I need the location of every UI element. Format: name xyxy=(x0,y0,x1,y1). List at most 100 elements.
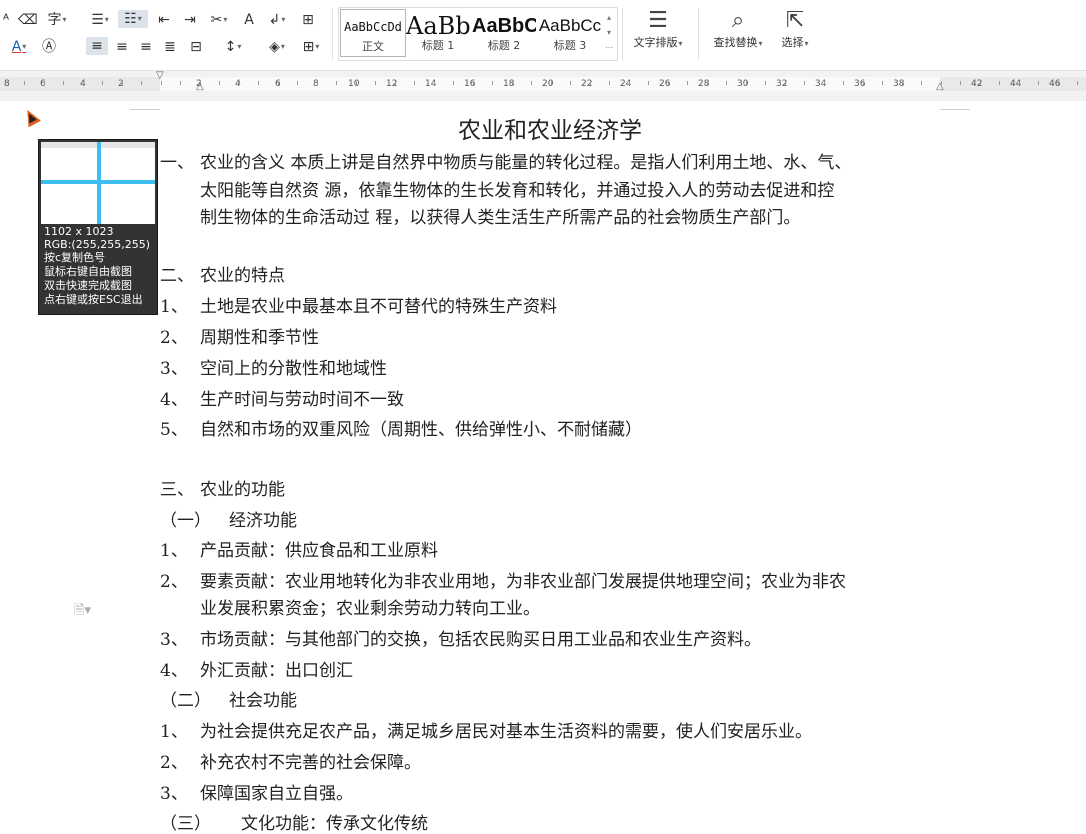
list-marker: 1、 xyxy=(160,722,188,742)
ruler-tick xyxy=(122,81,123,85)
right-indent-marker[interactable]: △ xyxy=(936,82,944,92)
document-title: 农业和农业经济学 xyxy=(458,118,642,144)
list-marker: （三） xyxy=(160,814,211,834)
bullet-list-icon[interactable]: ☰ xyxy=(86,11,114,29)
list-marker: 2、 xyxy=(160,328,188,348)
line-break-icon[interactable]: ↲ xyxy=(262,11,292,29)
text-layout-label: 文字排版 xyxy=(628,36,688,51)
character-spacing-icon[interactable]: ⊞ xyxy=(298,11,318,29)
justify-icon[interactable]: ≣ xyxy=(160,38,180,56)
hanging-indent-marker[interactable]: △ xyxy=(196,82,204,92)
ruler-tick xyxy=(317,81,318,85)
ruler-tick xyxy=(141,81,142,85)
magnifier-hint: 按c复制色号 xyxy=(44,251,106,264)
style-heading-2[interactable]: AaBbC 标题 2 xyxy=(472,9,536,57)
ruler-tick xyxy=(629,81,630,85)
character-border-icon[interactable]: Ⓐ xyxy=(40,38,58,56)
paragraph-text: 土地是农业中最基本且不可替代的特殊生产资料 xyxy=(200,297,557,317)
style-label: 正文 xyxy=(362,40,384,53)
text-direction-icon[interactable]: A xyxy=(240,11,258,29)
ruler-tick xyxy=(804,81,805,85)
list-marker: 3、 xyxy=(160,630,188,650)
style-label: 标题 2 xyxy=(487,39,521,52)
align-left-icon[interactable]: ≡ xyxy=(86,37,108,55)
list-marker: （一） xyxy=(160,511,211,531)
ruler-tick xyxy=(258,81,259,85)
paragraph-text: 农业的含义 本质上讲是自然界中物质与能量的转化过程。是指人们利用土地、水、气、 xyxy=(200,153,852,173)
ruler-tick xyxy=(297,81,298,85)
ruler-tick xyxy=(512,81,513,85)
ruler-tick xyxy=(492,81,493,85)
list-marker: 4、 xyxy=(160,661,188,681)
style-preview: AaBbCc xyxy=(538,16,602,35)
ruler-tick xyxy=(863,81,864,85)
ruler-tick xyxy=(746,81,747,85)
style-preview: AaBbCcDd xyxy=(344,20,402,34)
ruler-tick xyxy=(219,81,220,85)
ruler-tick xyxy=(843,81,844,85)
ruler-tick xyxy=(687,81,688,85)
document-page[interactable]: 农业和农业经济学 一、 农业的含义 本质上讲是自然界中物质与能量的转化过程。是指人… xyxy=(0,101,1086,834)
borders-icon[interactable]: ⊞ xyxy=(296,38,326,56)
first-line-indent-marker[interactable]: ▽ xyxy=(156,71,164,81)
list-marker: 3、 xyxy=(160,784,188,804)
ruler-tick xyxy=(336,81,337,85)
paragraph-text-continued: 太阳能等自然资 源，依靠生物体的生长发育和转化，并通过投入人的劳动去促进和控 xyxy=(200,181,835,201)
crosshair-horizontal xyxy=(41,180,155,184)
ruler-tick xyxy=(570,81,571,85)
align-center-icon[interactable]: ≡ xyxy=(112,38,132,56)
ruler-tick xyxy=(453,81,454,85)
chinese-layout-icon[interactable]: ✂ xyxy=(204,11,234,29)
align-right-icon[interactable]: ≡ xyxy=(136,38,156,56)
line-spacing-icon[interactable]: ↕ xyxy=(218,38,248,56)
style-normal[interactable]: AaBbCcDd 正文 xyxy=(340,9,406,57)
phonetic-guide-icon[interactable]: 字 xyxy=(42,11,72,29)
paragraph-text: 市场贡献：与其他部门的交换，包括农民购买日用工业品和农业生产资料。 xyxy=(200,630,761,650)
ruler-tick xyxy=(1038,81,1039,85)
paragraph-text: 空间上的分散性和地域性 xyxy=(200,359,387,379)
ruler-tick xyxy=(980,81,981,85)
font-color-icon[interactable]: A xyxy=(4,38,34,56)
paragraph-text: 要素贡献：农业用地转化为非农业用地，为非农业部门发展提供地理空间；农业为非农 xyxy=(200,572,846,592)
clear-format-icon[interactable]: ⌫ xyxy=(18,11,38,29)
style-heading-3[interactable]: AaBbCc 标题 3 xyxy=(538,9,602,57)
paragraph-text: 文化功能：传承文化传统 xyxy=(241,814,428,834)
find-replace-button[interactable]: ⌕ 查找替换 xyxy=(706,6,770,51)
increase-indent-icon[interactable]: ⇥ xyxy=(180,11,200,29)
style-preview: AaBbC xyxy=(472,15,536,37)
select-button[interactable]: ⇱ 选择 xyxy=(774,6,816,51)
gallery-scroll-arrows[interactable]: ▴ ▾ ⋯ xyxy=(603,10,615,55)
list-marker: 5、 xyxy=(160,420,188,440)
ruler-tick xyxy=(356,81,357,85)
ruler-tick xyxy=(824,81,825,85)
ruler-tick xyxy=(375,81,376,85)
ruler-tick xyxy=(960,81,961,85)
list-marker: 2、 xyxy=(160,572,188,592)
decrease-indent-icon[interactable]: ⇤ xyxy=(154,11,174,29)
magnifier-hint: 双击快速完成截图 xyxy=(44,279,132,292)
paragraph-text: 保障国家自立自强。 xyxy=(200,784,353,804)
list-marker: 一、 xyxy=(160,153,194,173)
distributed-align-icon[interactable]: ⊟ xyxy=(186,38,206,56)
paragraph-text: 为社会提供充足农产品，满足城乡居民对基本生活资料的需要，使人们安居乐业。 xyxy=(200,722,812,742)
shading-icon[interactable]: ◈ xyxy=(262,38,292,56)
magnifier-view xyxy=(41,142,155,224)
numbered-list-icon[interactable]: ☷ xyxy=(118,10,148,28)
style-heading-1[interactable]: AaBb 标题 1 xyxy=(406,9,470,57)
ruler-tick xyxy=(83,81,84,85)
paragraph-options-icon[interactable]: 🗎▾ xyxy=(74,601,91,623)
ruler-tick xyxy=(999,81,1000,85)
font-size-decrease-icon[interactable]: ᴬ xyxy=(0,11,12,29)
screenshot-magnifier: 1102 x 1023 RGB:(255,255,255) 按c复制色号 鼠标右… xyxy=(38,139,158,315)
style-gallery: AaBbCcDd 正文 AaBb 标题 1 AaBbC 标题 2 AaBbCc … xyxy=(338,7,618,61)
paragraph-text-continued: 业发展积累资金；农业剩余劳动力转向工业。 xyxy=(200,599,540,619)
ruler-tick xyxy=(1019,81,1020,85)
list-marker: 1、 xyxy=(160,297,188,317)
horizontal-ruler[interactable]: 8642246810121416182022242628303234363842… xyxy=(0,70,1086,102)
text-layout-button[interactable]: ☰ 文字排版 xyxy=(628,6,688,51)
text-layout-icon: ☰ xyxy=(648,8,668,33)
ruler-tick xyxy=(44,81,45,85)
ruler-tick xyxy=(180,81,181,85)
paragraph-text: 生产时间与劳动时间不一致 xyxy=(200,390,404,410)
list-marker: 2、 xyxy=(160,753,188,773)
